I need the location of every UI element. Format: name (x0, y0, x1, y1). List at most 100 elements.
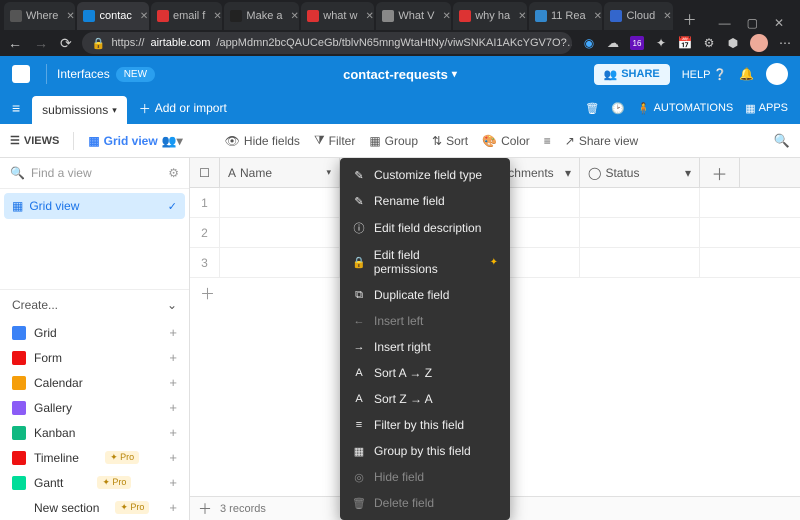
sidebar-create-gantt[interactable]: Gantt✦ Pro+ (0, 470, 189, 495)
add-column-button[interactable]: ＋ (700, 158, 740, 187)
ctx-customize-field-type[interactable]: ✎Customize field type (340, 162, 510, 188)
browser-tab[interactable]: why ha✕ (453, 2, 527, 30)
more-icon[interactable]: ⋯ (778, 36, 792, 50)
browser-tab[interactable]: what w✕ (301, 2, 374, 30)
sidebar-create-form[interactable]: Form+ (0, 345, 189, 370)
view-sidebar: 🔍 Find a view ⚙ ▦ Grid view ✓ Create... … (0, 158, 190, 520)
ctx-edit-field-permissions[interactable]: 🔒Edit field permissions✦ (340, 242, 510, 282)
browser-tab[interactable]: Cloud✕ (604, 2, 672, 30)
ext-icon[interactable]: ⬢ (726, 36, 740, 50)
ext-icon[interactable]: 📅 (678, 36, 692, 50)
new-tab-button[interactable]: ＋ (675, 10, 705, 30)
cell[interactable] (580, 218, 700, 247)
ctx-group-by-this-field[interactable]: ▦Group by this field (340, 438, 510, 464)
url-input[interactable]: 🔒 https://airtable.com/appMdmn2bcQAUCeGb… (82, 32, 572, 54)
browser-tab[interactable]: Make a✕ (224, 2, 299, 30)
close-icon[interactable]: ✕ (663, 11, 671, 22)
ctx-rename-field[interactable]: ✎Rename field (340, 188, 510, 214)
select-all-checkbox[interactable]: ☐ (190, 158, 220, 187)
trash-icon[interactable]: 🗑 (585, 102, 599, 115)
menu-item-icon: ✎ (352, 195, 366, 208)
hide-fields-button[interactable]: 👁Hide fields (225, 134, 300, 148)
ctx-filter-by-this-field[interactable]: ≡Filter by this field (340, 412, 510, 438)
interfaces-link[interactable]: Interfaces NEW (57, 67, 155, 82)
apps-button[interactable]: ▦APPS (745, 102, 788, 115)
back-icon[interactable]: ← (8, 35, 22, 52)
sidebar-create-kanban[interactable]: Kanban+ (0, 420, 189, 445)
add-row-button[interactable]: ＋ (190, 499, 220, 519)
find-view-input[interactable]: 🔍 Find a view ⚙ (0, 158, 189, 189)
menu-icon[interactable]: ≡ (12, 100, 20, 116)
search-icon[interactable]: 🔍 (774, 133, 790, 149)
table-tab-submissions[interactable]: submissions ▾ (32, 96, 127, 124)
maximize-icon[interactable]: ▢ (747, 16, 758, 30)
ext-icon[interactable]: ✦ (654, 36, 668, 50)
grid-icon: ▦ (12, 199, 23, 213)
close-icon[interactable]: ✕ (442, 11, 450, 22)
settings-icon[interactable]: ⚙ (168, 166, 179, 180)
ctx-sort-z-a[interactable]: ASort Z → A (340, 386, 510, 412)
browser-tab[interactable]: What V✕ (376, 2, 451, 30)
cell[interactable] (220, 188, 340, 217)
automations-button[interactable]: 🧍AUTOMATIONS (637, 102, 733, 115)
bell-icon[interactable]: 🔔 (739, 67, 754, 81)
help-link[interactable]: HELP ❔ (682, 68, 727, 81)
cell[interactable] (220, 218, 340, 247)
filter-button[interactable]: ⧩Filter (314, 133, 355, 148)
cell[interactable] (220, 248, 340, 277)
sidebar-create-grid[interactable]: Grid+ (0, 320, 189, 345)
ctx-delete-field: 🗑Delete field (340, 490, 510, 516)
sidebar-new-section[interactable]: New section ✦ Pro + (0, 495, 189, 520)
close-icon[interactable]: ✕ (291, 11, 299, 22)
close-icon[interactable]: ✕ (213, 11, 221, 22)
ext-icon[interactable]: ⚙ (702, 36, 716, 50)
views-toggle[interactable]: ☰VIEWS (10, 134, 59, 147)
sort-button[interactable]: ⇅Sort (432, 134, 468, 148)
share-button[interactable]: 👥SHARE (594, 64, 670, 85)
ext-icon[interactable]: ☁ (606, 36, 620, 50)
browser-tab[interactable]: email f✕ (151, 2, 222, 30)
ctx-duplicate-field[interactable]: ⧉Duplicate field (340, 282, 510, 308)
reload-icon[interactable]: ⟳ (60, 35, 72, 52)
ctx-insert-right[interactable]: →Insert right (340, 334, 510, 360)
create-section[interactable]: Create... ⌄ (0, 289, 189, 320)
sidebar-view-grid[interactable]: ▦ Grid view ✓ (4, 193, 185, 219)
cell[interactable] (580, 248, 700, 277)
view-type-icon (12, 401, 26, 415)
base-title[interactable]: contact-requests▾ (343, 67, 457, 82)
browser-tab[interactable]: Where✕ (4, 2, 75, 30)
group-button[interactable]: ▦Group (369, 134, 418, 148)
close-icon[interactable]: ✕ (140, 11, 148, 22)
browser-tab[interactable]: 11 Rea✕ (529, 2, 603, 30)
close-icon[interactable]: ✕ (594, 11, 602, 22)
history-icon[interactable]: 🕑 (611, 102, 625, 115)
column-name[interactable]: AName▾ (220, 158, 340, 187)
user-avatar[interactable] (766, 63, 788, 85)
ext-icon[interactable]: 16 (630, 36, 644, 50)
minimize-icon[interactable]: — (719, 16, 731, 30)
cell[interactable] (580, 188, 700, 217)
view-type-icon (12, 326, 26, 340)
close-icon[interactable]: ✕ (518, 11, 526, 22)
close-icon[interactable]: ✕ (774, 16, 784, 30)
menu-item-icon: A (352, 367, 366, 379)
sidebar-create-gallery[interactable]: Gallery+ (0, 395, 189, 420)
share-view-button[interactable]: ↗Share view (565, 134, 638, 148)
gridview-button[interactable]: ▦Grid view 👥▾ (88, 134, 182, 148)
eye-icon: 👁 (225, 134, 240, 148)
add-import-button[interactable]: ＋Add or import (139, 100, 227, 117)
airtable-logo-icon[interactable] (12, 65, 30, 83)
row-height-button[interactable]: ≡ (544, 134, 551, 148)
sidebar-create-calendar[interactable]: Calendar+ (0, 370, 189, 395)
close-icon[interactable]: ✕ (366, 11, 374, 22)
avatar-icon[interactable] (750, 34, 768, 52)
forward-icon[interactable]: → (34, 35, 48, 52)
column-status[interactable]: ◯Status▾ (580, 158, 700, 187)
ext-icon[interactable]: ◉ (582, 36, 596, 50)
ctx-sort-a-z[interactable]: ASort A → Z (340, 360, 510, 386)
browser-tab[interactable]: contac✕ (77, 2, 148, 30)
sidebar-create-timeline[interactable]: Timeline✦ Pro+ (0, 445, 189, 470)
close-icon[interactable]: ✕ (66, 11, 74, 22)
ctx-edit-field-description[interactable]: ⓘEdit field description (340, 214, 510, 242)
color-button[interactable]: 🎨Color (482, 134, 530, 148)
